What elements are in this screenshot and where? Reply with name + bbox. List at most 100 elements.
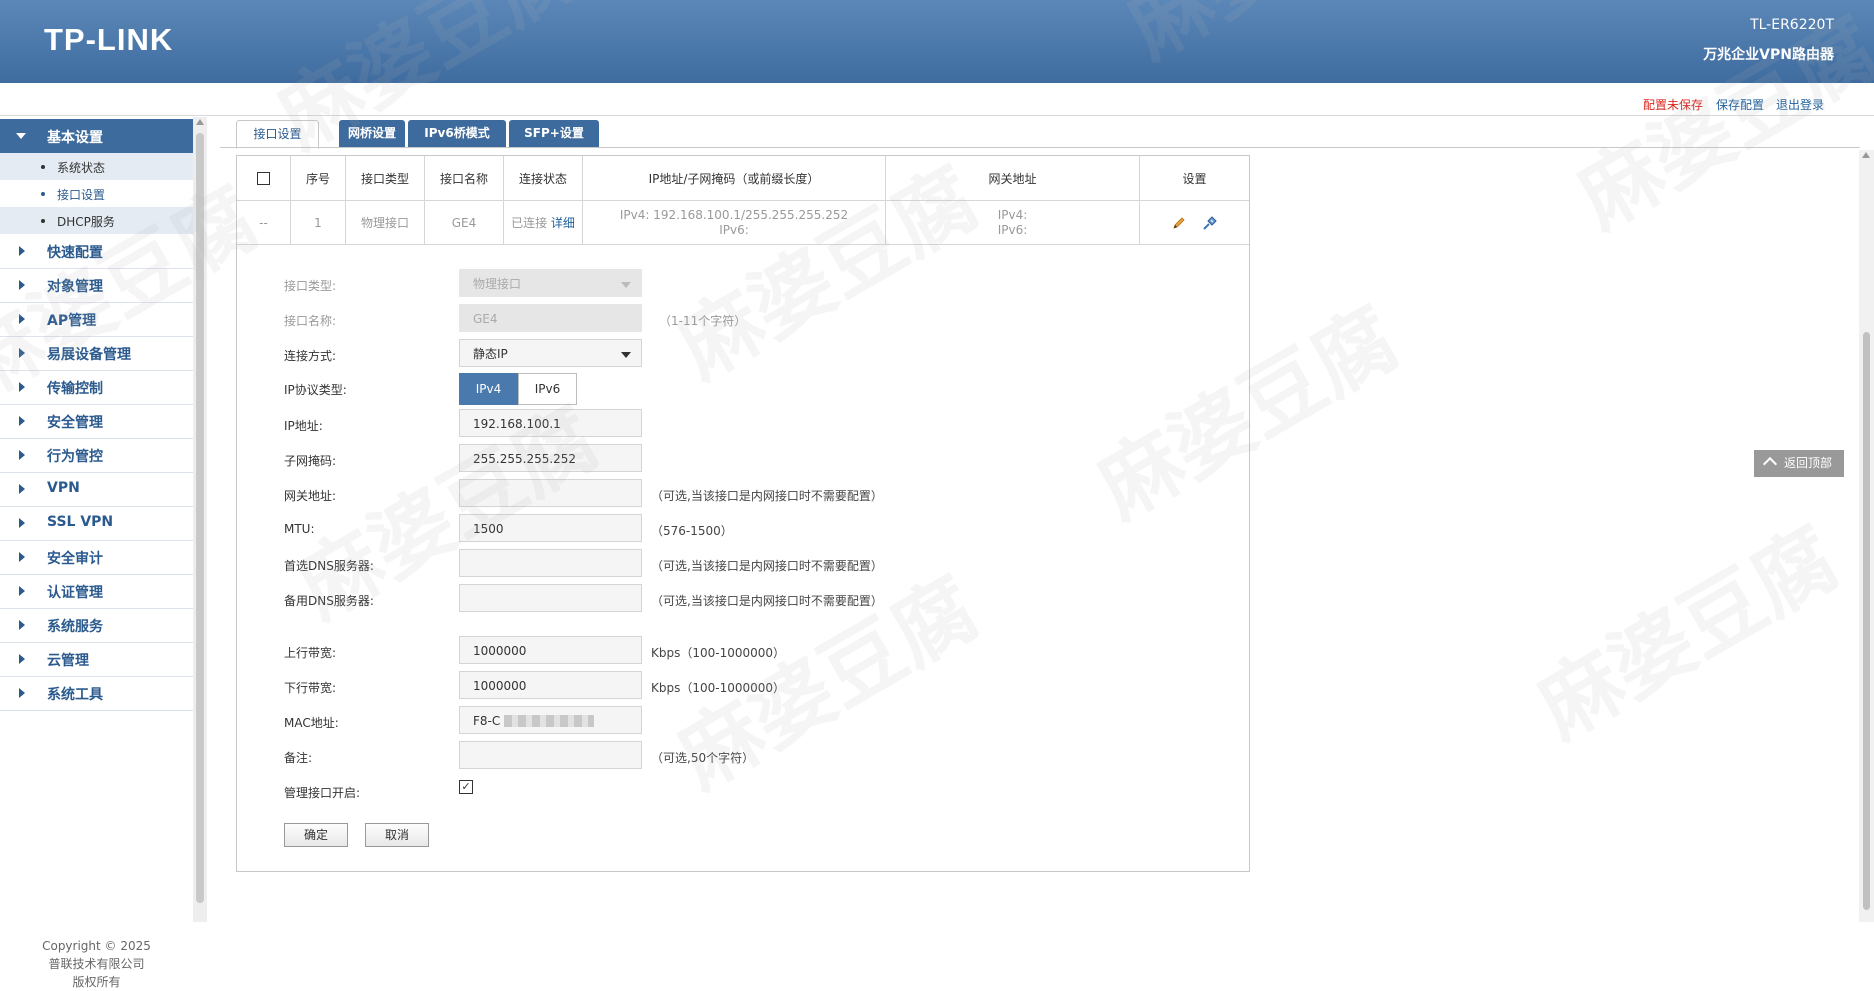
form-row-download-bandwidth: 下行带宽: 1000000 Kbps（100-1000000） (237, 671, 1249, 701)
device-model: TL-ER6220T (1750, 17, 1834, 33)
subnet-mask-input[interactable]: 255.255.255.252 (459, 444, 642, 472)
upload-bandwidth-input[interactable]: 1000000 (459, 636, 642, 664)
bullet-icon (41, 219, 45, 223)
select-all-checkbox[interactable] (257, 172, 270, 185)
chevron-down-icon (621, 352, 631, 358)
collapsed-triangle-icon (19, 518, 25, 528)
menu-group-item[interactable]: 认证管理 (0, 574, 193, 609)
edit-pencil-icon[interactable] (1171, 215, 1187, 231)
tp-link-logo: TP-LINK (44, 22, 173, 58)
menu-group-label: 云管理 (47, 650, 89, 670)
sidebar-scrollbar[interactable] (193, 117, 207, 922)
secondary-dns-input[interactable] (459, 584, 642, 612)
form-row-gateway: 网关地址: （可选,当该接口是内网接口时不需要配置） (237, 479, 1249, 509)
menu-group-item[interactable]: 系统服务 (0, 608, 193, 643)
menu-basic-settings[interactable]: 基本设置 (0, 119, 193, 154)
row-index: 1 (291, 201, 346, 245)
collapsed-triangle-icon (19, 654, 25, 664)
interface-name-field: GE4 (459, 304, 642, 332)
sidebar-scroll-thumb[interactable] (196, 133, 204, 903)
mtu-input[interactable]: 1500 (459, 514, 642, 542)
scroll-up-arrow-icon[interactable] (1862, 152, 1870, 158)
collapsed-triangle-icon (19, 382, 25, 392)
mac-address-input[interactable]: F8-C (459, 706, 642, 734)
ipv4-toggle-button[interactable]: IPv4 (459, 373, 518, 405)
table-row: -- 1 物理接口 GE4 已连接 详细 IPv4: 192.168.100.1… (237, 201, 1249, 245)
form-actions: 确定 取消 (237, 823, 1249, 853)
header-bar: TP-LINK TL-ER6220T 万兆企业VPN路由器 (0, 0, 1874, 83)
tab-interface-settings[interactable]: 接口设置 (236, 120, 319, 149)
confirm-button[interactable]: 确定 (284, 823, 348, 847)
menu-group-item[interactable]: AP管理 (0, 302, 193, 337)
menu-group-item[interactable]: 云管理 (0, 642, 193, 677)
device-description: 万兆企业VPN路由器 (1703, 44, 1834, 64)
menu-group-label: 传输控制 (47, 378, 103, 398)
collapsed-triangle-icon (19, 246, 25, 256)
row-name: GE4 (425, 201, 504, 245)
collapsed-triangle-icon (19, 586, 25, 596)
primary-dns-input[interactable] (459, 549, 642, 577)
row-actions (1140, 201, 1250, 245)
menu-group-label: SSL VPN (47, 514, 113, 530)
expanded-triangle-icon (16, 133, 26, 139)
ip-address-input[interactable]: 192.168.100.1 (459, 409, 642, 437)
menu-group-item[interactable]: 安全管理 (0, 404, 193, 439)
form-row-management-enable: 管理接口开启: ✓ (237, 776, 1249, 806)
form-row-subnet-mask: 子网掩码: 255.255.255.252 (237, 444, 1249, 474)
main-scroll-thumb[interactable] (1863, 332, 1870, 910)
connection-type-select[interactable]: 静态IP (459, 339, 642, 367)
gateway-input[interactable] (459, 479, 642, 507)
unsaved-config-link[interactable]: 配置未保存 (1643, 96, 1703, 113)
menu-group-item[interactable]: 系统工具 (0, 676, 193, 711)
row-type: 物理接口 (346, 201, 425, 245)
scroll-up-arrow-icon[interactable] (196, 119, 204, 125)
table-header-row: 序号 接口类型 接口名称 连接状态 IP地址/子网掩码（或前缀长度） 网关地址 … (237, 156, 1249, 201)
menu-group-label: 安全管理 (47, 412, 103, 432)
menu-group-item[interactable]: 行为管控 (0, 438, 193, 473)
top-action-bar: 配置未保存 保存配置 退出登录 (0, 83, 1874, 116)
interface-panel: 序号 接口类型 接口名称 连接状态 IP地址/子网掩码（或前缀长度） 网关地址 … (236, 155, 1250, 872)
submenu-system-status[interactable]: 系统状态 (0, 153, 193, 180)
submenu-dhcp-service[interactable]: DHCP服务 (0, 207, 193, 234)
menu-group-item[interactable]: 安全审计 (0, 540, 193, 575)
column-header: IP地址/子网掩码（或前缀长度） (583, 156, 886, 201)
copyright: Copyright © 2025 普联技术有限公司 版权所有 (0, 937, 193, 991)
collapsed-triangle-icon (19, 620, 25, 630)
cancel-button[interactable]: 取消 (365, 823, 429, 847)
menu-group-label: 对象管理 (47, 276, 103, 296)
collapsed-triangle-icon (19, 688, 25, 698)
form-row-note: 备注: （可选,50个字符） (237, 741, 1249, 771)
collapsed-triangle-icon (19, 416, 25, 426)
logout-link[interactable]: 退出登录 (1776, 96, 1824, 113)
bullet-icon (41, 192, 45, 196)
download-bandwidth-input[interactable]: 1000000 (459, 671, 642, 699)
tab-bridge-settings[interactable]: 网桥设置 (339, 120, 405, 147)
menu-group-item[interactable]: 传输控制 (0, 370, 193, 405)
menu-group-label: 系统服务 (47, 616, 103, 636)
save-config-link[interactable]: 保存配置 (1716, 96, 1764, 113)
note-input[interactable] (459, 741, 642, 769)
back-to-top-button[interactable]: 返回顶部 (1754, 450, 1844, 477)
select-all-header (237, 156, 291, 201)
menu-group-item[interactable]: 快速配置 (0, 234, 193, 269)
link-config-icon[interactable] (1202, 215, 1218, 231)
management-enable-checkbox[interactable]: ✓ (459, 780, 473, 794)
form-row-upload-bandwidth: 上行带宽: 1000000 Kbps（100-1000000） (237, 636, 1249, 666)
menu-group-item[interactable]: 易展设备管理 (0, 336, 193, 371)
submenu-interface-settings[interactable]: 接口设置 (0, 180, 193, 207)
chevron-up-icon (1763, 457, 1777, 471)
ipv6-toggle-button[interactable]: IPv6 (518, 373, 577, 405)
tab-divider (220, 147, 1860, 148)
menu-group-label: 认证管理 (47, 582, 103, 602)
tab-ipv6-bridge-mode[interactable]: IPv6桥模式 (408, 120, 506, 147)
column-header: 连接状态 (504, 156, 583, 201)
menu-group-item[interactable]: VPN (0, 472, 193, 507)
menu-group-item[interactable]: 对象管理 (0, 268, 193, 303)
menu-group-item[interactable]: SSL VPN (0, 506, 193, 541)
tab-sfp-settings[interactable]: SFP+设置 (509, 120, 599, 147)
column-header: 序号 (291, 156, 346, 201)
menu-group-label: 快速配置 (47, 242, 103, 262)
main-scrollbar[interactable] (1859, 150, 1874, 922)
detail-link[interactable]: 详细 (551, 216, 575, 230)
collapsed-triangle-icon (19, 280, 25, 290)
